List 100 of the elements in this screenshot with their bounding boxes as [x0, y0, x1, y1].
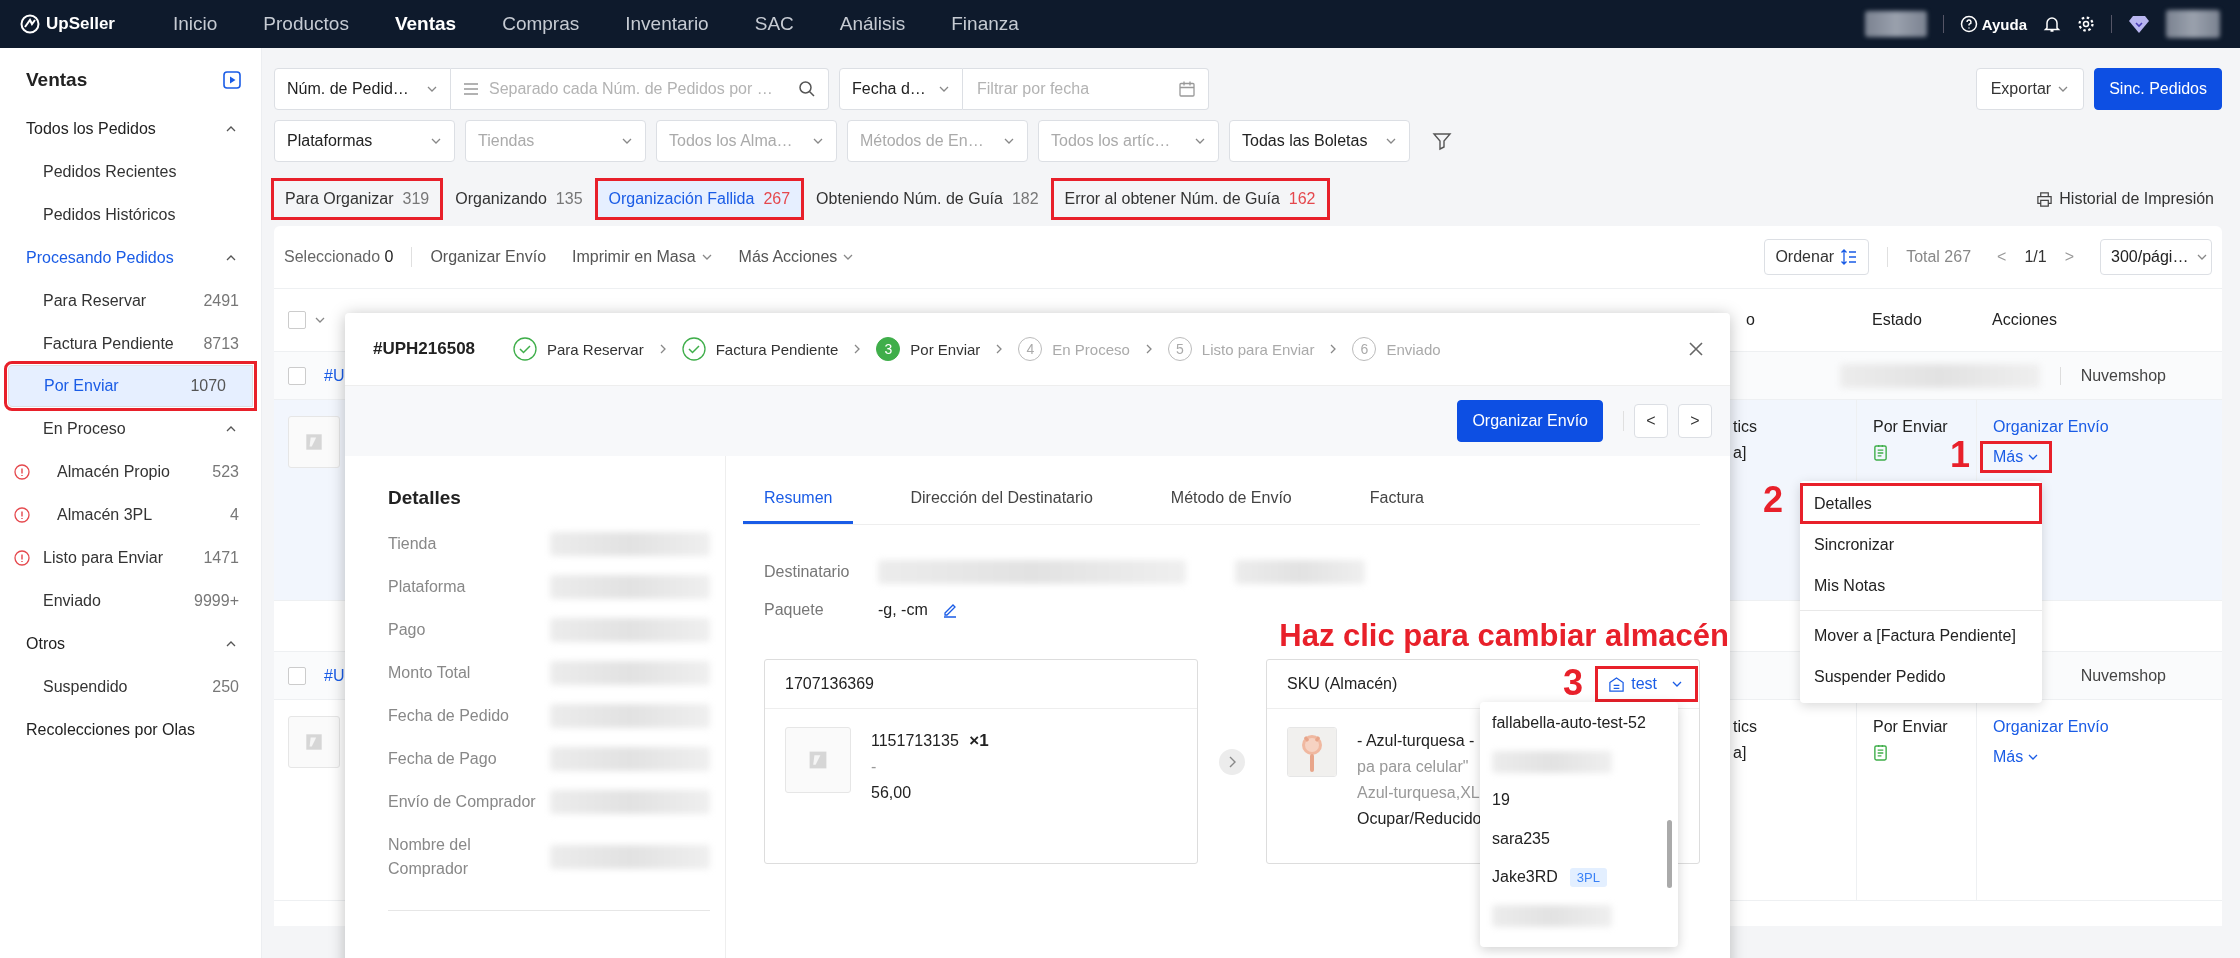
tab[interactable]: Dirección del Destinatario [889, 472, 1114, 524]
search-input[interactable]: Separado cada Núm. de Pedidos por … [487, 79, 790, 99]
sidebar-title: Ventas [26, 69, 88, 91]
tab[interactable]: Método de Envío [1149, 472, 1313, 524]
notes-icon[interactable] [1873, 744, 1888, 761]
menu-item[interactable]: Detalles [1800, 483, 2042, 524]
logo[interactable]: UpSeller [20, 14, 150, 34]
step-label: Enviado [1386, 340, 1441, 358]
sync-orders-button[interactable]: Sinc. Pedidos [2094, 68, 2222, 110]
arrange-shipment-link[interactable]: Organizar Envío [1993, 718, 2222, 736]
nav-item[interactable]: SAC [731, 13, 817, 35]
item-text: - Azul-turquesa - [1357, 731, 1476, 751]
status-tab[interactable]: Organización Fallida 267 [597, 181, 802, 217]
sidebar-item[interactable]: Para Reservar 2491 [8, 279, 253, 322]
toolbar-action[interactable]: Organizar Envío [430, 248, 547, 266]
help-icon [1959, 15, 1978, 33]
menu-item[interactable]: Sincronizar [1800, 524, 2042, 565]
nav-item[interactable]: Ventas [371, 13, 480, 35]
step-label: Por Enviar [910, 340, 981, 358]
tab[interactable]: Resumen [743, 472, 854, 524]
sidebar-item[interactable]: Suspendido 250 [8, 665, 253, 708]
toolbar-action[interactable]: Más Acciones [738, 248, 855, 266]
sidebar-item[interactable]: Procesando Pedidos [8, 236, 253, 279]
checkbox[interactable] [288, 366, 306, 385]
nav-item[interactable]: Compras [479, 13, 603, 35]
annotation-number: 2 [1763, 483, 1784, 517]
nav-item[interactable]: Inicio [150, 13, 241, 35]
date-input[interactable]: Filtrar por fecha [975, 79, 1170, 99]
print-history-link[interactable]: Historial de Impresión [2036, 190, 2214, 208]
notes-icon[interactable] [1873, 444, 1888, 461]
logo-icon [20, 14, 40, 34]
warehouse-select[interactable]: test [1598, 669, 1695, 699]
bell-icon[interactable] [2043, 15, 2061, 33]
filter-select[interactable]: Todas las Boletas [1229, 120, 1410, 162]
sidebar-item[interactable]: Enviado 9999+ [8, 579, 253, 622]
sidebar-item[interactable]: Otros [8, 622, 253, 665]
sidebar-item[interactable]: Pedidos Históricos [8, 193, 253, 236]
order-number-link[interactable]: #U [324, 366, 345, 385]
warehouse-option[interactable]: fallabella-auto-test-52 [1480, 704, 1678, 743]
help-link[interactable]: Ayuda [1959, 15, 2027, 33]
search-field[interactable]: Separado cada Núm. de Pedidos por … [451, 68, 829, 110]
order-number-link[interactable]: #U [324, 666, 345, 685]
status-tab[interactable]: Obteniendo Núm. de Guía 182 [805, 181, 1050, 217]
sidebar-item[interactable]: Almacén 3PL 4 [8, 493, 253, 536]
field-label: Monto Total [388, 662, 472, 683]
nav-item[interactable]: Análisis [816, 13, 929, 35]
arrange-shipment-link[interactable]: Organizar Envío [1993, 418, 2222, 436]
sidebar-item[interactable]: Factura Pendiente 8713 [8, 322, 253, 365]
page-size-select[interactable]: 300/pági… [2100, 239, 2212, 275]
status-tab[interactable]: Error al obtener Núm. de Guía 162 [1053, 181, 1327, 217]
status-tab[interactable]: Para Organizar 319 [274, 181, 441, 217]
platform-name: Nuvemshop [2080, 366, 2166, 385]
nav-item[interactable]: Finanza [928, 13, 1042, 35]
more-link[interactable]: Más [1983, 744, 2050, 770]
image-placeholder-icon [785, 727, 851, 793]
sidebar-item[interactable]: Recolecciones por Olas [8, 708, 253, 751]
menu-item[interactable]: Mover a [Factura Pendiente] [1800, 615, 2042, 656]
more-link[interactable]: Más [1983, 444, 2050, 470]
filter-icon[interactable] [1432, 131, 1452, 151]
warehouse-option[interactable]: Jake3RD 3PL [1480, 858, 1678, 897]
menu-item[interactable]: Suspender Pedido [1800, 656, 2042, 697]
previous-order-button[interactable]: < [1634, 404, 1668, 438]
filter-select[interactable]: Plataformas [274, 120, 455, 162]
edit-icon[interactable] [941, 602, 958, 618]
settings-icon[interactable] [2077, 15, 2095, 33]
close-icon[interactable] [1688, 341, 1704, 357]
next-order-button[interactable]: > [1678, 404, 1712, 438]
play-icon[interactable] [223, 71, 241, 89]
item-price: 56,00 [871, 783, 913, 803]
menu-item[interactable]: Mis Notas [1800, 565, 2042, 606]
scrollbar[interactable] [1667, 820, 1672, 888]
search-icon[interactable] [798, 80, 816, 98]
warehouse-option[interactable]: sara235 [1480, 819, 1678, 858]
status-tab[interactable]: Organizando 135 [444, 181, 594, 217]
checkbox[interactable] [288, 666, 306, 685]
sort-button[interactable]: Ordenar [1764, 239, 1870, 275]
order-status: Por Enviar [1873, 718, 1949, 736]
search-type-select[interactable]: Núm. de Pedid… [274, 68, 451, 110]
annotation-text: Haz clic para cambiar almacén [1279, 618, 1729, 654]
info-icon [14, 506, 30, 523]
sidebar-item[interactable]: En Proceso [8, 407, 253, 450]
sidebar-item[interactable]: Almacén Propio 523 [8, 450, 253, 493]
date-field[interactable]: Filtrar por fecha [963, 68, 1209, 110]
diamond-icon[interactable] [2128, 14, 2150, 34]
blurred-text [2166, 10, 2220, 38]
nav-item[interactable]: Inventario [602, 13, 732, 35]
date-type-select[interactable]: Fecha d… [839, 68, 963, 110]
export-button[interactable]: Exportar [1975, 68, 2085, 110]
sidebar-item[interactable]: Pedidos Recientes [8, 150, 253, 193]
tab[interactable]: Factura [1348, 472, 1445, 524]
nav-item[interactable]: Productos [240, 13, 372, 35]
page-number: 1/1 [2024, 248, 2047, 266]
sidebar-item[interactable]: Listo para Enviar 1471 [8, 536, 253, 579]
toolbar-action[interactable]: Imprimir en Masa [572, 248, 713, 266]
field-label: Fecha de Pago [388, 748, 498, 769]
sidebar-item[interactable]: Todos los Pedidos [8, 107, 253, 150]
cell-text: a] [1733, 444, 1748, 462]
arrange-shipment-button[interactable]: Organizar Envío [1457, 400, 1603, 442]
warehouse-option[interactable]: 19 [1480, 781, 1678, 820]
checkbox[interactable] [288, 311, 306, 329]
